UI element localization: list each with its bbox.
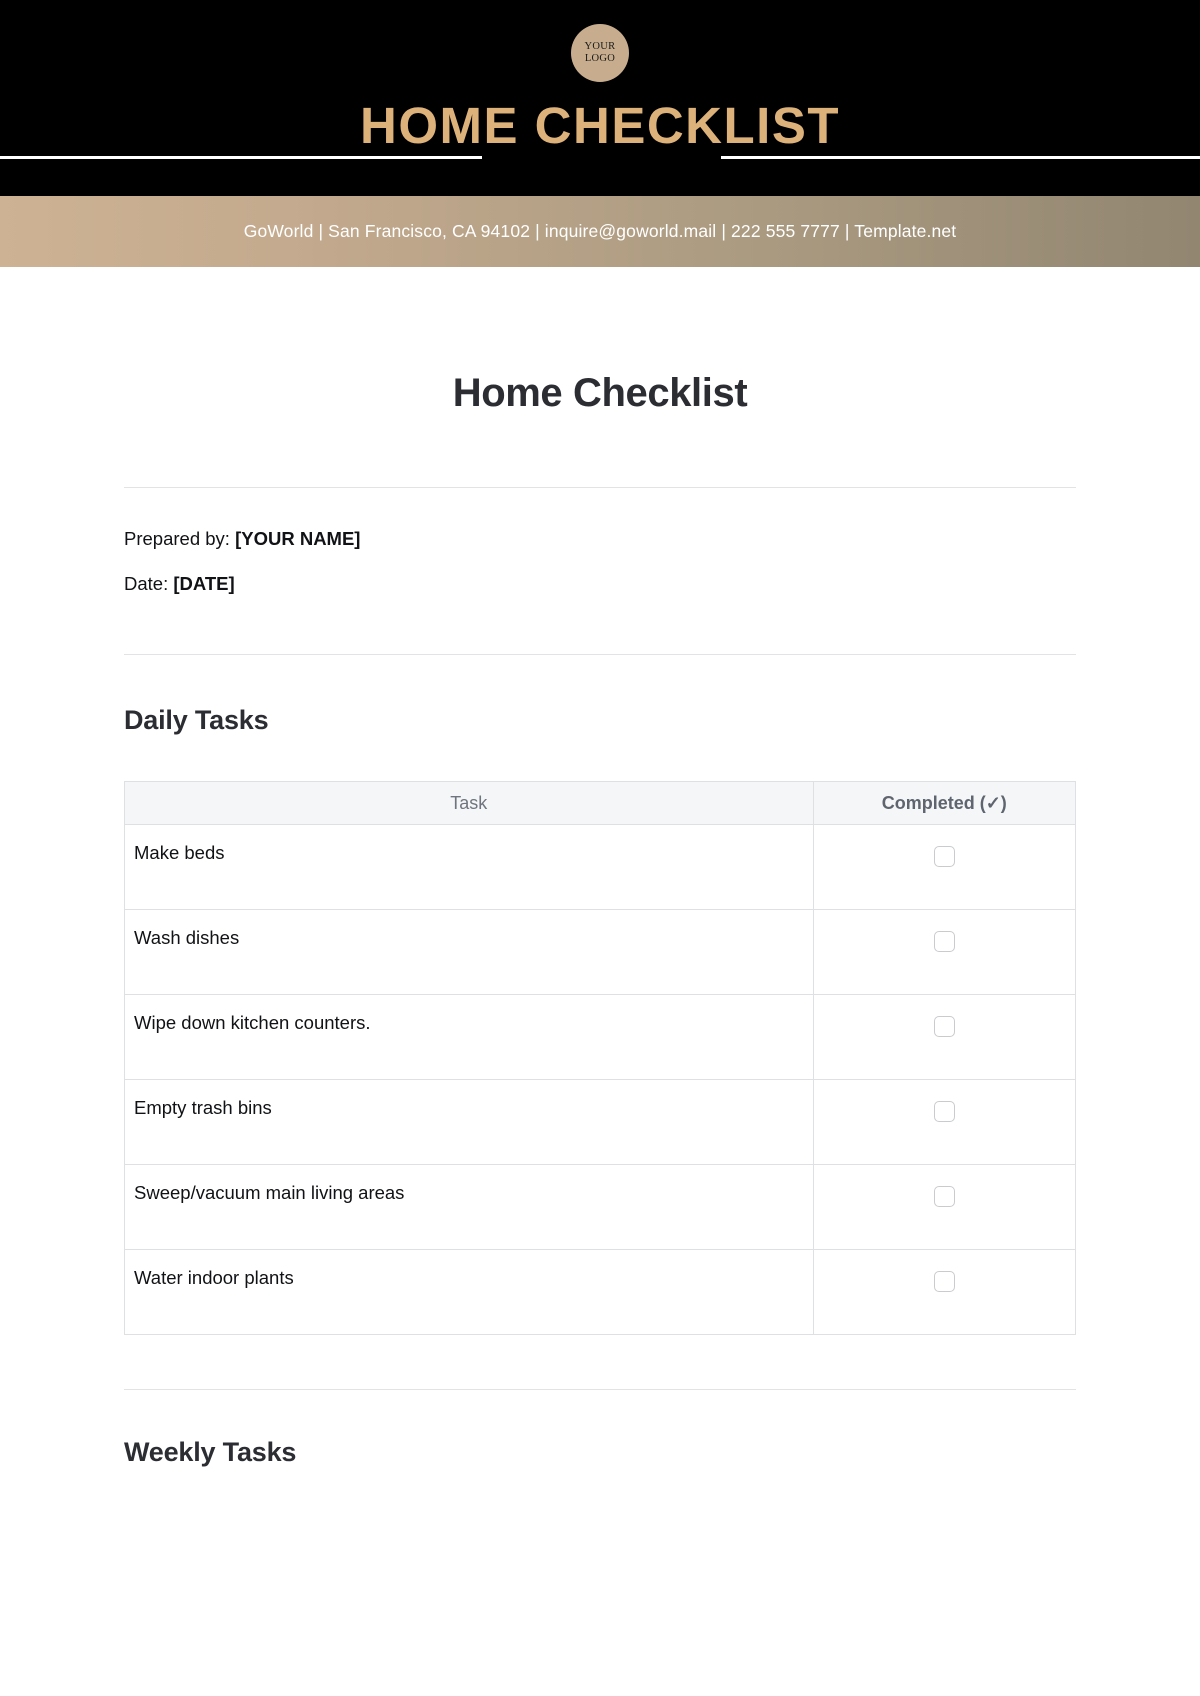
logo-line-2: LOGO [584, 53, 616, 64]
prepared-by-line: Prepared by: [YOUR NAME] [124, 528, 1076, 549]
checkbox-icon[interactable] [933, 1016, 955, 1037]
document-body: Home Checklist Prepared by: [YOUR NAME] … [0, 371, 1200, 1468]
table-row: Sweep/vacuum main living areas [124, 1164, 1077, 1250]
logo-placeholder: YOUR LOGO [571, 24, 629, 82]
meta-block: Prepared by: [YOUR NAME] Date: [DATE] [124, 488, 1076, 593]
checkbox-icon[interactable] [933, 1186, 955, 1207]
section-heading-weekly-tasks: Weekly Tasks [124, 1437, 297, 1467]
header-band: YOUR LOGO HOME CHECKLIST [0, 0, 1200, 196]
completed-cell [812, 1079, 1077, 1165]
section-heading-daily-tasks: Daily Tasks [124, 705, 269, 735]
divider-under-meta [124, 654, 1076, 655]
table-row: Make beds [124, 824, 1077, 910]
header-rule-right [721, 156, 1200, 159]
prepared-by-value[interactable]: [YOUR NAME] [235, 528, 360, 549]
task-cell: Water indoor plants [124, 1249, 814, 1335]
table-row: Empty trash bins [124, 1079, 1077, 1165]
completed-cell [812, 909, 1077, 995]
completed-cell [812, 1249, 1077, 1335]
table-row: Water indoor plants [124, 1249, 1077, 1335]
date-line: Date: [DATE] [124, 572, 1076, 594]
page-title: Home Checklist [452, 371, 748, 415]
prepared-by-label: Prepared by: [124, 528, 230, 549]
task-cell: Wipe down kitchen counters. [124, 994, 814, 1080]
divider-under-daily-table [124, 1389, 1076, 1390]
logo-line-1: YOUR [584, 41, 616, 53]
completed-cell [812, 824, 1077, 910]
task-cell: Wash dishes [124, 909, 814, 995]
date-value[interactable]: [DATE] [173, 573, 234, 594]
table-row: Wipe down kitchen counters. [124, 994, 1077, 1080]
checkbox-icon[interactable] [933, 931, 955, 952]
table-row: Wash dishes [124, 909, 1077, 995]
header-title: HOME CHECKLIST [360, 97, 840, 154]
task-cell: Sweep/vacuum main living areas [124, 1164, 814, 1250]
completed-cell [812, 1164, 1077, 1250]
contact-bar: GoWorld | San Francisco, CA 94102 | inqu… [0, 196, 1200, 267]
checkbox-icon[interactable] [933, 1271, 955, 1292]
daily-tasks-table-body: Make beds Wash dishes Wipe down kitchen co… [124, 824, 1077, 1335]
table-header-row: Task Completed (✓) [124, 781, 1077, 825]
checklist-page: YOUR LOGO HOME CHECKLIST GoWorld | San F… [0, 0, 1200, 1696]
daily-tasks-table-head: Task Completed (✓) [124, 781, 1077, 825]
task-cell: Make beds [124, 824, 814, 910]
header-rule-left [0, 156, 482, 159]
task-cell: Empty trash bins [124, 1079, 814, 1165]
contact-info-text: GoWorld | San Francisco, CA 94102 | inqu… [243, 221, 957, 241]
column-header-task: Task [124, 781, 814, 825]
completed-cell [812, 994, 1077, 1080]
checkbox-icon[interactable] [933, 846, 955, 867]
checkbox-icon[interactable] [933, 1101, 955, 1122]
column-header-completed: Completed (✓) [812, 781, 1077, 825]
daily-tasks-table: Task Completed (✓) Make beds Wash dishes W… [124, 781, 1077, 1335]
date-label: Date: [124, 572, 169, 594]
